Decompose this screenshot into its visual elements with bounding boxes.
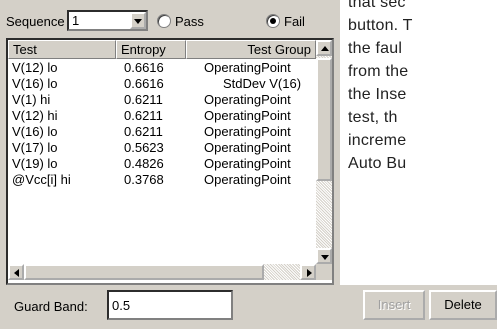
table-row[interactable]: V(12) hi 0.6211 OperatingPoint [8, 108, 316, 124]
horizontal-scrollbar[interactable] [8, 264, 316, 280]
cell-entropy: 0.6211 [124, 108, 163, 123]
scroll-up-button[interactable] [316, 40, 332, 56]
doc-line: that sec [348, 0, 406, 11]
pass-radio[interactable] [157, 14, 171, 28]
cell-entropy: 0.6211 [124, 92, 163, 107]
doc-line: increme [348, 132, 407, 149]
cell-entropy: 0.6616 [124, 76, 164, 91]
vertical-scroll-thumb[interactable] [316, 58, 332, 181]
scroll-right-button[interactable] [300, 264, 316, 280]
cell-test: V(12) hi [12, 108, 58, 123]
cell-test-group: OperatingPoint [204, 124, 291, 139]
table-row[interactable]: @Vcc[i] hi 0.3768 OperatingPoint [8, 172, 316, 188]
cell-test: @Vcc[i] hi [12, 172, 71, 187]
cell-test: V(16) lo [12, 76, 58, 91]
table-row[interactable]: V(16) lo 0.6616 StdDev V(16) [8, 76, 316, 92]
guard-band-input[interactable]: 0.5 [107, 290, 233, 320]
table-row[interactable]: V(17) lo 0.5623 OperatingPoint [8, 140, 316, 156]
table-row[interactable]: V(16) lo 0.6211 OperatingPoint [8, 124, 316, 140]
doc-line: Auto Bu [348, 155, 407, 172]
scroll-down-button[interactable] [316, 248, 332, 264]
cell-test-group: OperatingPoint [204, 156, 291, 171]
doc-line: the faul [348, 40, 403, 57]
dropdown-button[interactable] [130, 12, 146, 29]
sequence-label: Sequence [6, 14, 65, 29]
doc-line: test, th [348, 109, 398, 126]
sequence-dropdown[interactable]: 1 [67, 10, 148, 31]
arrow-up-icon [321, 46, 329, 51]
fail-radio-label: Fail [284, 14, 305, 29]
arrow-down-icon [321, 255, 329, 260]
column-header-test[interactable]: Test [8, 40, 116, 59]
column-header-entropy[interactable]: Entropy [116, 40, 186, 59]
cell-test-group: OperatingPoint [204, 172, 291, 187]
pass-radio-label: Pass [175, 14, 204, 29]
cell-entropy: 0.3768 [124, 172, 164, 187]
scrollbar-corner [316, 264, 332, 280]
delete-button[interactable]: Delete [429, 290, 497, 320]
document-text-area: that sec button. T the faul from the the… [340, 0, 497, 285]
doc-line: from the [348, 63, 409, 80]
arrow-left-icon [14, 269, 19, 277]
scroll-left-button[interactable] [8, 264, 24, 280]
cell-test: V(17) lo [12, 140, 58, 155]
sequence-value: 1 [72, 13, 80, 28]
fault-dialog-panel: Sequence 1 Pass Fail Test Entropy Test G… [0, 0, 340, 329]
cell-test: V(16) lo [12, 124, 58, 139]
insert-button[interactable]: Insert [363, 290, 425, 320]
arrow-right-icon [307, 269, 312, 277]
cell-test: V(19) lo [12, 156, 58, 171]
list-header: Test Entropy Test Group [8, 40, 316, 59]
column-header-test-group[interactable]: Test Group [186, 40, 316, 59]
cell-entropy: 0.6616 [124, 60, 164, 75]
fail-radio[interactable] [266, 14, 280, 28]
table-row[interactable]: V(19) lo 0.4826 OperatingPoint [8, 156, 316, 172]
guard-band-label: Guard Band: [14, 299, 88, 314]
doc-line: button. T [348, 17, 413, 34]
cell-test-group: OperatingPoint [204, 92, 291, 107]
doc-line: the Inse [348, 86, 407, 103]
cell-test: V(1) hi [12, 92, 51, 107]
chevron-down-icon [134, 19, 142, 24]
cell-entropy: 0.6211 [124, 124, 163, 139]
cell-test: V(12) lo [12, 60, 58, 75]
vertical-scrollbar[interactable] [316, 40, 332, 264]
cell-test-group: OperatingPoint [204, 108, 291, 123]
table-row[interactable]: V(12) lo 0.6616 OperatingPoint [8, 60, 316, 76]
cell-test-group: OperatingPoint [204, 60, 291, 75]
test-entropy-list[interactable]: Test Entropy Test Group V(12) lo 0.6616 … [6, 38, 334, 285]
cell-test-group: StdDev V(16) [223, 76, 302, 91]
table-row[interactable]: V(1) hi 0.6211 OperatingPoint [8, 92, 316, 108]
cell-entropy: 0.4826 [124, 156, 164, 171]
horizontal-scroll-thumb[interactable] [24, 264, 264, 280]
cell-test-group: OperatingPoint [204, 140, 291, 155]
radio-selected-dot [270, 18, 276, 24]
cell-entropy: 0.5623 [124, 140, 164, 155]
